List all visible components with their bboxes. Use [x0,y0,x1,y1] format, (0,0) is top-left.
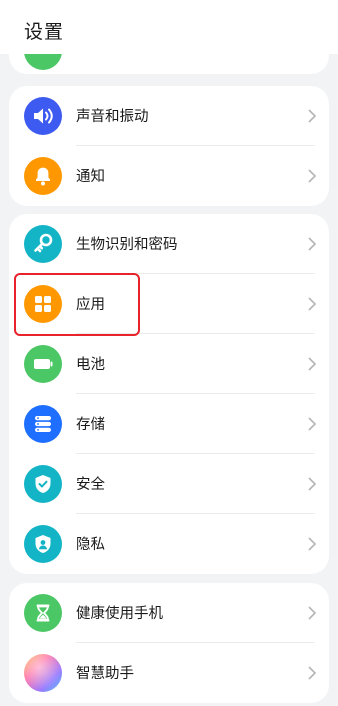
settings-group-health-assistant: 健康使用手机 智慧助手 [9,583,329,703]
key-icon [24,225,62,263]
chevron-right-icon [307,665,317,681]
chevron-right-icon [307,476,317,492]
shield-check-icon [24,465,62,503]
speaker-icon [24,97,62,135]
header: 设置 [0,0,338,54]
battery-icon [24,345,62,383]
hourglass-icon [24,594,62,632]
green-circle-icon [24,54,62,70]
settings-item-apps[interactable]: 应用 [9,274,329,334]
chevron-right-icon [307,605,317,621]
assistant-orb-icon [24,654,62,692]
apps-grid-icon [24,285,62,323]
settings-item-privacy[interactable]: 隐私 [9,514,329,574]
settings-item-biometrics[interactable]: 生物识别和密码 [9,214,329,274]
settings-item-battery[interactable]: 电池 [9,334,329,394]
settings-item-sound[interactable]: 声音和振动 [9,86,329,146]
settings-item-label: 电池 [76,357,105,373]
settings-item-label: 隐私 [76,537,105,553]
settings-item-digital-balance[interactable]: 健康使用手机 [9,583,329,643]
chevron-right-icon [307,236,317,252]
chevron-right-icon [307,416,317,432]
scrolled-settings-card [9,54,329,74]
settings-item-storage[interactable]: 存储 [9,394,329,454]
settings-item-notification[interactable]: 通知 [9,146,329,206]
chevron-right-icon [307,536,317,552]
chevron-right-icon [307,296,317,312]
storage-icon [24,405,62,443]
chevron-right-icon [307,108,317,124]
settings-group-system: 生物识别和密码 应用 电池 存储 安全 隐私 [9,214,329,574]
settings-item-security[interactable]: 安全 [9,454,329,514]
settings-item-label: 通知 [76,169,105,185]
chevron-right-icon [307,356,317,372]
page-title: 设置 [24,21,65,43]
settings-group-sound-notification: 声音和振动 通知 [9,86,329,206]
settings-item-label: 存储 [76,417,105,433]
settings-item-label: 健康使用手机 [76,606,163,622]
settings-item-label: 安全 [76,477,105,493]
settings-item-label: 生物识别和密码 [76,237,178,253]
privacy-shield-icon [24,525,62,563]
settings-item-smart-assistant[interactable]: 智慧助手 [9,643,329,703]
settings-item-label: 声音和振动 [76,109,149,125]
bell-icon [24,157,62,195]
settings-item-label: 应用 [76,297,105,313]
settings-item-label: 智慧助手 [76,666,134,682]
chevron-right-icon [307,168,317,184]
